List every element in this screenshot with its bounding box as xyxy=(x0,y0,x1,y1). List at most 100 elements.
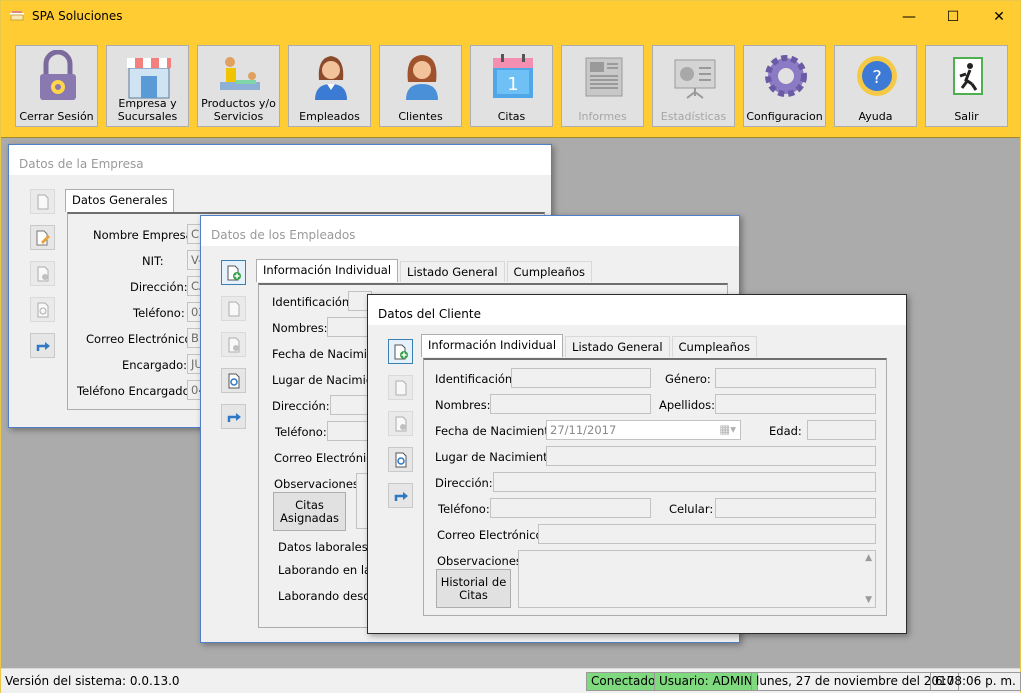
empleados-window-title: Datos de los Empleados xyxy=(201,216,739,246)
new-document-icon xyxy=(227,265,241,280)
scroll-up-icon[interactable]: ▲ xyxy=(865,553,872,563)
label-nombres: Nombres: xyxy=(272,321,328,335)
date-status: lunes, 27 de noviembre del 2017 xyxy=(751,672,960,691)
help-icon: ? xyxy=(857,56,897,96)
lugar-nacimiento-field[interactable] xyxy=(546,446,876,466)
genero-field[interactable] xyxy=(715,368,876,388)
app-icon xyxy=(10,11,24,21)
toolbar-label: Clientes xyxy=(398,110,443,123)
historial-citas-label: Historial de Citas xyxy=(440,574,507,602)
toolbar-label: Empleados xyxy=(299,110,360,123)
toolbar-button-citas[interactable]: 1 Citas xyxy=(470,45,553,127)
tab-listado-general[interactable]: Listado General xyxy=(565,336,670,357)
time-status: 6:08:06 p. m. xyxy=(930,672,1021,691)
return-arrow-icon xyxy=(36,341,50,351)
return-button[interactable] xyxy=(221,404,246,429)
label-telefono: Teléfono: xyxy=(275,425,327,439)
edad-field[interactable] xyxy=(807,420,876,440)
new-record-button[interactable] xyxy=(221,260,246,285)
tab-cumpleanos[interactable]: Cumpleaños xyxy=(671,336,757,357)
edit-record-button[interactable] xyxy=(30,225,55,250)
telefono-field[interactable] xyxy=(490,498,651,518)
direccion-field[interactable] xyxy=(493,472,876,492)
label-edad: Edad: xyxy=(769,424,802,438)
empresa-tabs: Datos Generales xyxy=(65,189,176,212)
toolbar-label: Empresa y Sucursales xyxy=(117,97,178,123)
nombres-field[interactable] xyxy=(490,394,651,414)
label-direccion: Dirección: xyxy=(130,280,188,294)
fecha-nacimiento-picker[interactable]: 27/11/2017 ▦▾ xyxy=(546,420,741,440)
telefono-field[interactable] xyxy=(327,421,371,441)
delete-document-icon xyxy=(37,266,48,281)
toolbar-button-cerrar-sesion[interactable]: Cerrar Sesión xyxy=(15,45,98,127)
label-telefono-encargado: Teléfono Encargado: xyxy=(77,384,194,398)
toolbar-label: Citas xyxy=(497,110,526,123)
lock-icon xyxy=(40,50,76,100)
toolbar-button-estadisticas[interactable]: Estadísticas xyxy=(652,45,735,127)
delete-record-button[interactable] xyxy=(221,332,246,357)
search-record-button[interactable] xyxy=(221,368,246,393)
historial-citas-button[interactable]: Historial de Citas xyxy=(436,569,511,608)
citas-asignadas-button[interactable]: Citas Asignadas xyxy=(273,492,346,531)
toolbar-button-configuracion[interactable]: Configuracion xyxy=(743,45,826,127)
empresa-window-title: Datos de la Empresa xyxy=(9,145,551,175)
label-telefono: Teléfono: xyxy=(133,306,185,320)
direccion-field[interactable] xyxy=(330,395,370,415)
correo-field[interactable] xyxy=(538,524,876,544)
label-nombre-empresa: Nombre Empresa: xyxy=(93,228,197,242)
version-label: Versión del sistema: 0.0.13.0 xyxy=(5,674,180,688)
close-button[interactable]: ✕ xyxy=(976,1,1021,32)
svg-text:?: ? xyxy=(872,67,882,88)
label-telefono: Teléfono: xyxy=(438,502,490,516)
toolbar-label: Configuracion xyxy=(746,110,823,123)
label-nit: NIT: xyxy=(142,254,164,268)
toolbar-label: Ayuda xyxy=(858,110,893,123)
tab-informacion-individual[interactable]: Información Individual xyxy=(256,259,399,282)
tab-cumpleanos[interactable]: Cumpleaños xyxy=(506,261,592,282)
tab-informacion-individual[interactable]: Información Individual xyxy=(421,334,564,357)
toolbar-button-empleados[interactable]: Empleados xyxy=(288,45,371,127)
search-record-button[interactable] xyxy=(30,297,55,322)
apellidos-field[interactable] xyxy=(715,394,876,414)
cliente-tab-strip: Información Individual Listado General C… xyxy=(421,334,759,357)
tab-listado-general[interactable]: Listado General xyxy=(400,261,505,282)
toolbar-button-informes[interactable]: Informes xyxy=(561,45,644,127)
celular-field[interactable] xyxy=(715,498,876,518)
toolbar-button-empresa[interactable]: Empresa y Sucursales xyxy=(106,45,189,127)
label-correo: Correo Electrónico: xyxy=(86,332,196,346)
delete-document-icon xyxy=(228,337,239,352)
label-nombres: Nombres: xyxy=(435,398,491,412)
label-apellidos: Apellidos: xyxy=(659,398,716,412)
exit-icon xyxy=(953,57,983,95)
toolbar-button-ayuda[interactable]: ? Ayuda xyxy=(834,45,917,127)
datos-laborales-group: Datos laborales xyxy=(278,540,368,554)
label-direccion: Dirección: xyxy=(435,476,493,490)
edit-record-button[interactable] xyxy=(221,296,246,321)
new-record-button[interactable] xyxy=(30,189,55,214)
tab-datos-generales[interactable]: Datos Generales xyxy=(65,189,175,212)
fecha-value: 27/11/2017 xyxy=(550,423,617,437)
svg-text:1: 1 xyxy=(507,74,518,95)
close-icon: ✕ xyxy=(993,8,1005,25)
maximize-button[interactable]: ☐ xyxy=(930,1,976,32)
delete-record-button[interactable] xyxy=(30,261,55,286)
app-title: SPA Soluciones xyxy=(32,9,123,23)
toolbar-button-salir[interactable]: Salir xyxy=(925,45,1008,127)
toolbar-button-productos[interactable]: Productos y/o Servicios xyxy=(197,45,280,127)
identificacion-field[interactable] xyxy=(511,368,651,388)
toolbar-button-clientes[interactable]: Clientes xyxy=(379,45,462,127)
return-button[interactable] xyxy=(30,333,55,358)
cliente-content: Información Individual Listado General C… xyxy=(366,293,906,633)
calendar-icon: 1 xyxy=(493,54,533,98)
spa-massage-icon xyxy=(220,57,260,90)
store-icon xyxy=(127,58,171,99)
scroll-down-icon[interactable]: ▼ xyxy=(865,595,872,605)
observaciones-field[interactable]: ▲ ▼ xyxy=(518,550,876,608)
edit-document-icon xyxy=(228,301,239,316)
title-bar: SPA Soluciones — ☐ ✕ xyxy=(1,1,1020,32)
label-identificacion: Identificación: xyxy=(435,372,517,386)
label-observaciones: Observaciones: xyxy=(274,477,363,491)
status-bar: Versión del sistema: 0.0.13.0 Conectado … xyxy=(1,668,1021,693)
toolbar-label: Estadísticas xyxy=(660,110,727,123)
minimize-button[interactable]: — xyxy=(886,1,932,32)
